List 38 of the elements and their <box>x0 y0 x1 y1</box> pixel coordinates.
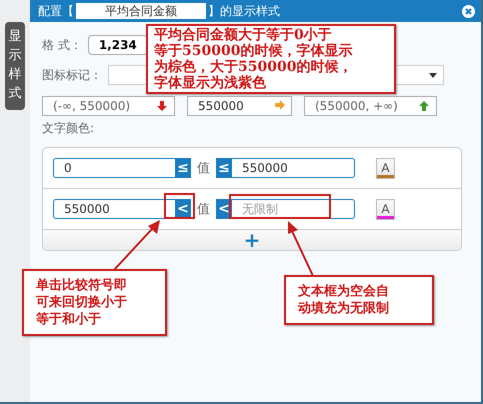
font-color-button[interactable]: A <box>376 158 395 178</box>
arrow-icon <box>419 100 430 112</box>
icon-mark-label: 图标标记： <box>42 66 102 84</box>
operator-toggle[interactable]: < <box>175 199 191 219</box>
max-field[interactable]: 550000 <box>232 158 355 178</box>
callout-text: 等于和小于 <box>36 311 102 328</box>
add-rule-button[interactable]: + <box>43 230 461 250</box>
format-button[interactable]: 1,234 <box>88 35 148 55</box>
caret-icon <box>429 72 437 78</box>
callout-text: 可来回切换小于 <box>36 294 128 311</box>
value-label: 值 <box>197 160 210 177</box>
min-field[interactable]: 0 <box>53 158 175 178</box>
callout-text: 文本框为空会自 <box>298 283 390 300</box>
text-color-label: 文字颜色: <box>42 120 96 137</box>
operator-toggle[interactable]: ≤ <box>216 158 232 178</box>
callout-text: 平均合同金额大于等于0小于 <box>154 27 333 43</box>
operator-toggle[interactable]: ≤ <box>175 158 191 178</box>
format-label: 格 式： <box>42 36 82 54</box>
window-title: 配置【 <box>38 2 74 20</box>
callout-text: 动填充为无限制 <box>298 300 390 317</box>
window-title: 】的显示样式 <box>208 2 280 20</box>
name-field[interactable]: 平均合同金额 <box>76 3 206 19</box>
arrow-icon <box>157 100 168 112</box>
callout-text: 为棕色，大于550000的时候， <box>154 59 354 75</box>
arrow-icon <box>274 100 285 112</box>
min-field[interactable]: 550000 <box>53 199 175 219</box>
range-field[interactable]: (-∞, 550000) <box>42 96 175 116</box>
font-color-button[interactable]: A <box>376 198 395 220</box>
callout-text: 单击比较符号即 <box>36 277 128 294</box>
side-tab[interactable]: 显示样式 <box>5 22 25 110</box>
range-field[interactable]: (550000, +∞) <box>304 96 437 116</box>
close-icon[interactable] <box>462 4 475 18</box>
highlight-frame <box>164 193 195 219</box>
callout-text: 等于550000的时候，字体显示 <box>154 43 354 59</box>
value-label: 值 <box>197 201 210 218</box>
callout-text: 字体显示为浅紫色 <box>154 75 267 91</box>
range-field[interactable]: 550000 <box>187 96 292 116</box>
max-field[interactable]: 无限制 <box>232 199 355 219</box>
